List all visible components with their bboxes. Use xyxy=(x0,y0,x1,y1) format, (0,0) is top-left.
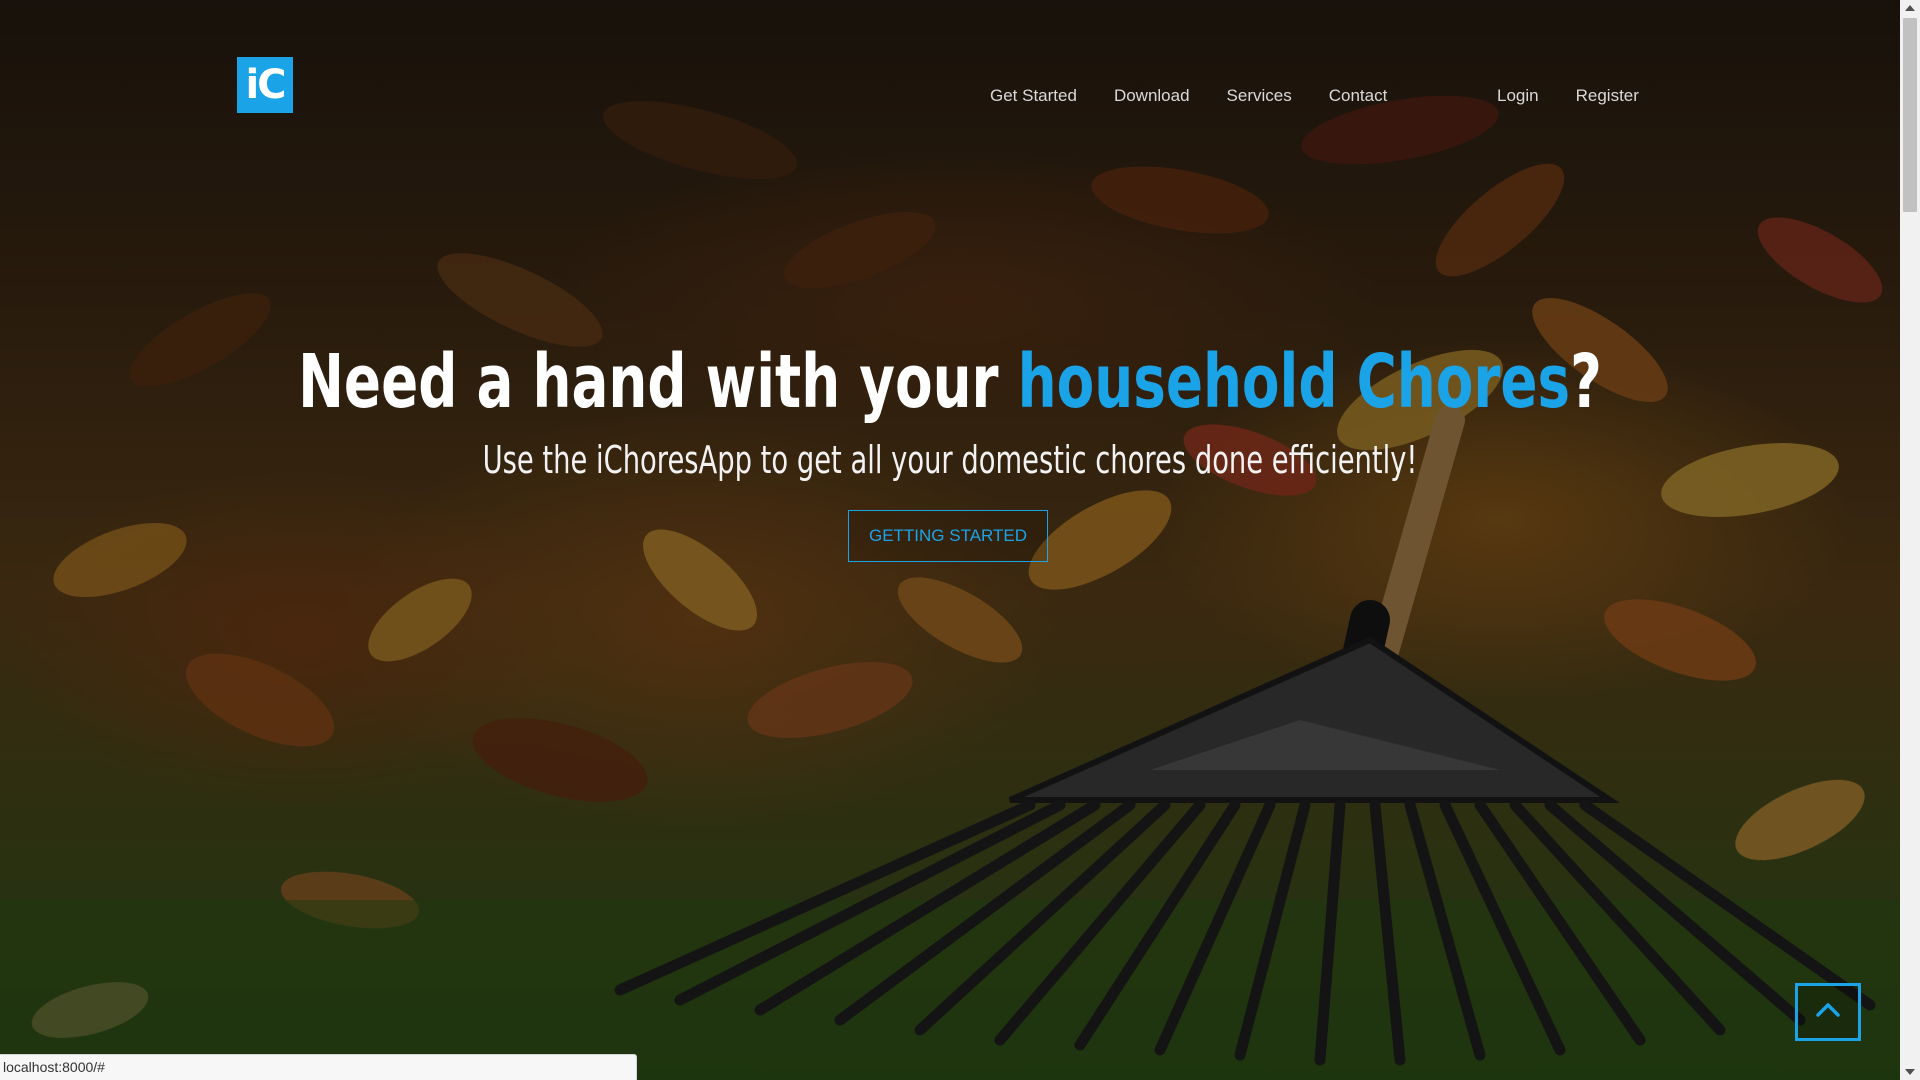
back-to-top-button[interactable] xyxy=(1795,983,1861,1041)
auth-nav: Login Register xyxy=(1497,84,1676,108)
hero-title-lead: Need a hand with your xyxy=(298,339,1018,425)
browser-status-bar: localhost:8000/# xyxy=(0,1054,637,1080)
nav-link-register[interactable]: Register xyxy=(1576,86,1639,106)
page-scrollbar[interactable] xyxy=(1900,0,1920,1080)
nav-link-services[interactable]: Services xyxy=(1227,86,1292,106)
getting-started-button[interactable]: GETTING STARTED xyxy=(848,510,1048,562)
hero-title-end: ? xyxy=(1570,339,1602,425)
chevron-up-icon xyxy=(1815,1002,1841,1023)
site-logo[interactable]: iC xyxy=(237,57,293,113)
main-nav: Get Started Download Services Contact xyxy=(990,84,1424,108)
hero-subtitle: Use the iChoresApp to get all your domes… xyxy=(482,438,1418,482)
scroll-up-arrow-icon[interactable] xyxy=(1900,0,1920,16)
nav-link-login[interactable]: Login xyxy=(1497,86,1539,106)
nav-link-download[interactable]: Download xyxy=(1114,86,1190,106)
hero-title-accent: household Chores xyxy=(1017,339,1571,425)
scrollbar-thumb[interactable] xyxy=(1903,18,1917,212)
landing-page: iC Get Started Download Services Contact… xyxy=(0,0,1920,1080)
nav-link-contact[interactable]: Contact xyxy=(1329,86,1388,106)
scroll-down-arrow-icon[interactable] xyxy=(1900,1064,1920,1080)
hero-title: Need a hand with your household Chores? xyxy=(247,336,1653,428)
nav-link-get-started[interactable]: Get Started xyxy=(990,86,1077,106)
